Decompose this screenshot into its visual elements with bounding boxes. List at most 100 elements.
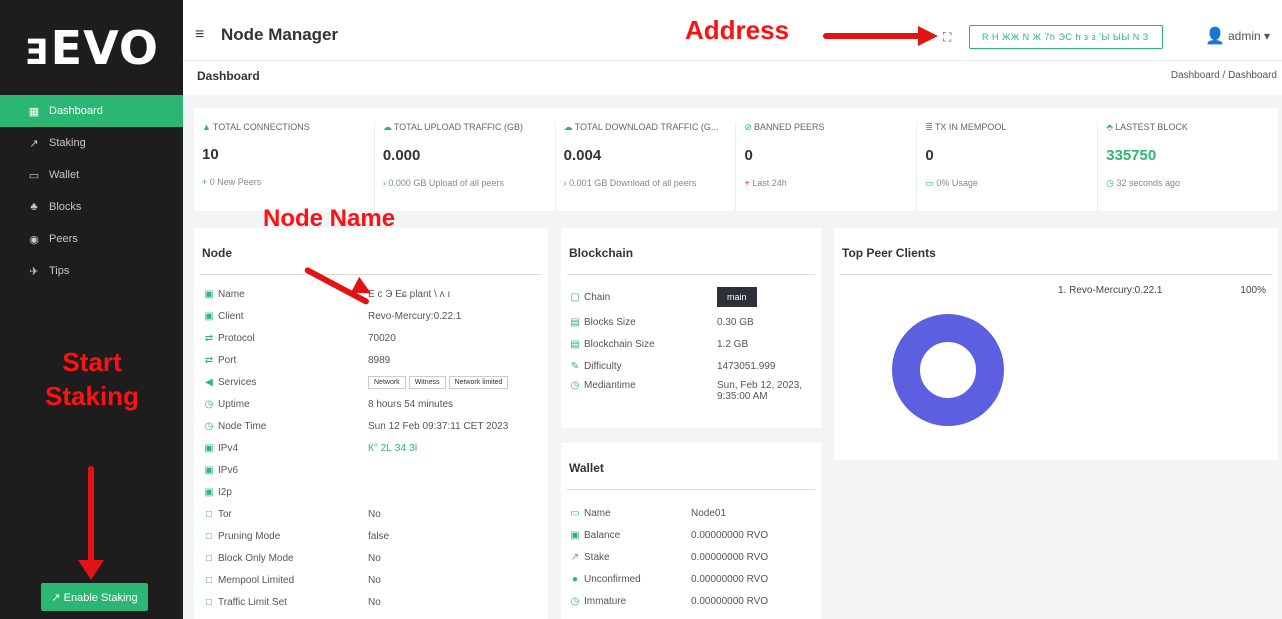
row-key: Client [218, 310, 244, 322]
row-key: IPv4 [218, 442, 239, 454]
stat-value: 10 [202, 146, 219, 163]
sidebar-item-label: Tips [49, 265, 70, 277]
sidebar-item-label: Wallet [49, 169, 80, 181]
row-value: No [368, 574, 381, 586]
row-value: No [368, 552, 381, 564]
row-value: No [368, 508, 381, 520]
row-icon: ⇄ [204, 354, 214, 366]
peer-client-pct: 100% [1240, 285, 1266, 296]
sidebar-item-tips[interactable]: ✈ Tips [0, 255, 183, 287]
row-key: Balance [584, 529, 621, 541]
sidebar-item-peers[interactable]: ◉ Peers [0, 223, 183, 255]
node-name-annotation: Node Name [263, 205, 396, 232]
row-icon: □ [205, 552, 213, 564]
stat-label: ⊘ BANNED PEERS [744, 122, 825, 132]
stat-value: 0 [925, 147, 934, 164]
row-key: Block Only Mode [218, 552, 294, 564]
topbar: ≡ Node Manager Address ⛶ R H ЖЖ N Ж 7h Э… [183, 0, 1282, 95]
row-icon: ▣ [204, 442, 214, 454]
stat-label: ≣ TX IN MEMPOOL [925, 122, 1007, 132]
wallet-icon: ▭ [28, 169, 40, 182]
annotation-arrow-right-head [918, 26, 938, 46]
stat-sub: › 0.001 GB Download of all peers [563, 178, 697, 188]
stat-value: 0 [744, 147, 753, 164]
stat-icon: ▲ [202, 122, 211, 132]
sidebar: ⱻEVO ▦ Dashboard ↗ Staking ▭ Wallet ♣ Blocks ◉ Pe… [0, 0, 183, 619]
grid-icon: ▦ [28, 105, 40, 118]
row-icon: ▣ [204, 288, 214, 300]
node-row: ▣ I2p [203, 481, 548, 503]
rocket-icon: ✈ [29, 265, 39, 278]
wallet-row: ▣ Balance 0.00000000 RVO [569, 524, 821, 546]
row-icon: ▣ [570, 529, 580, 541]
row-value: 0.00000000 RVO [691, 529, 769, 541]
sidebar-item-dashboard[interactable]: ▦ Dashboard [0, 95, 183, 127]
row-icon: □ [205, 574, 213, 586]
row-key: Chain [584, 291, 611, 303]
row-key: Node Time [218, 420, 267, 432]
peers-icon: ◉ [29, 233, 39, 246]
start-staking-annotation: Start Staking [45, 347, 139, 411]
blockchain-row: ◷ Mediantime Sun, Feb 12, 2023, 9:35:00 AM [569, 377, 821, 411]
stat-sub: + 0 New Peers [202, 177, 262, 187]
enable-staking-button[interactable]: ↗ Enable Staking [41, 583, 148, 611]
chain-badge: main [717, 287, 757, 307]
peer-client-label: 1. Revo-Mercury:0.22.1 [1058, 285, 1163, 296]
row-key: Tor [218, 508, 232, 520]
row-value: 1.2 GB [717, 338, 749, 350]
row-key: Blockchain Size [584, 338, 655, 350]
blockchain-card: Blockchain ▢ Chain main ▤ Blocks Size 0.30 GB… [561, 228, 821, 428]
revo-logo: ⱻEVO [23, 20, 159, 75]
blockchain-row: ▤ Blockchain Size 1.2 GB [569, 333, 821, 355]
wallet-card-title: Wallet [569, 461, 604, 475]
menu-icon[interactable]: ≡ [195, 26, 204, 44]
row-icon: ◷ [204, 398, 214, 410]
page-title: Dashboard [197, 69, 260, 83]
row-key: Stake [584, 551, 610, 563]
row-icon: ▤ [570, 338, 580, 350]
stats-panel: ▲ TOTAL CONNECTIONS 10 + 0 New Peers ☁ TOTAL … [194, 108, 1278, 211]
stat-sub: + Last 24h [744, 178, 787, 188]
row-value: main [717, 287, 757, 307]
row-key: IPv6 [218, 464, 239, 476]
row-key: Mediantime [584, 380, 636, 391]
stat-card: ≣ TX IN MEMPOOL 0 ▭ 0% Usage [916, 122, 1097, 211]
peer-donut-chart [892, 314, 1004, 426]
stat-icon: ☁ [563, 122, 573, 132]
user-avatar-icon[interactable]: 👤 [1205, 26, 1225, 46]
staking-icon: ↗ [29, 137, 39, 150]
wallet-row: ↗ Stake 0.00000000 RVO [569, 546, 821, 568]
row-value: 1473051.999 [717, 360, 776, 372]
fullscreen-icon[interactable]: ⛶ [943, 30, 951, 45]
blockchain-row: ▤ Blocks Size 0.30 GB [569, 311, 821, 333]
row-value: Node01 [691, 507, 727, 519]
stat-value: 0.004 [563, 147, 602, 164]
row-icon: ↗ [570, 551, 580, 563]
row-key: Name [218, 288, 245, 300]
row-key: Traffic Limit Set [218, 596, 287, 608]
row-icon: ✎ [570, 360, 580, 372]
node-row: ◷ Node Time Sun 12 Feb 09:37:11 CET 2023 [203, 415, 548, 437]
row-key: Unconfirmed [584, 573, 641, 585]
row-icon: ▤ [570, 316, 580, 328]
node-row: □ Mempool Limited No [203, 569, 548, 591]
annotation-arrow-down [88, 466, 94, 566]
row-icon: ◷ [570, 595, 580, 607]
wallet-row: ▭ Name Node01 [569, 502, 821, 524]
sidebar-item-staking[interactable]: ↗ Staking [0, 127, 183, 159]
annotation-arrow-right [823, 33, 923, 39]
sidebar-item-label: Blocks [49, 201, 82, 213]
breadcrumb[interactable]: Dashboard / Dashboard [1171, 70, 1277, 81]
sidebar-item-wallet[interactable]: ▭ Wallet [0, 159, 183, 191]
address-field[interactable]: R H ЖЖ N Ж 7h ЭС h з з 'Ы ЫЫ N З [969, 25, 1163, 49]
sidebar-item-blocks[interactable]: ♣ Blocks [0, 191, 183, 223]
row-value: 0.00000000 RVO [691, 595, 769, 607]
service-tag: Witness [408, 375, 446, 389]
row-icon: ▭ [570, 507, 580, 519]
user-menu[interactable]: admin ▾ [1228, 29, 1270, 43]
blockchain-row: ✎ Difficulty 1473051.999 [569, 355, 821, 377]
row-icon: ⇄ [204, 332, 214, 344]
row-icon: ◀ [205, 376, 213, 388]
stat-label: ⬘ LASTEST BLOCK [1106, 122, 1188, 132]
breadcrumb-bar: Dashboard Dashboard / Dashboard [183, 60, 1282, 95]
